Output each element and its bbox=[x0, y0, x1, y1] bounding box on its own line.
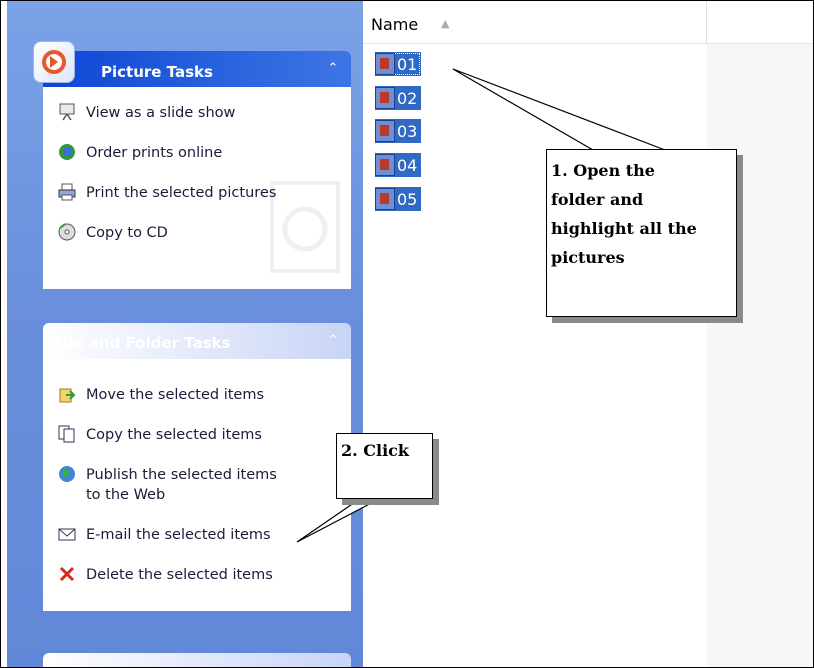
collapse-icon[interactable]: ⌃ bbox=[323, 59, 343, 79]
collapse-icon[interactable]: ⌃ bbox=[323, 331, 343, 351]
file-folder-tasks-body: Move the selected items Copy the selecte… bbox=[43, 359, 351, 611]
file-item[interactable]: 05 bbox=[375, 187, 422, 211]
task-copy-to-cd[interactable]: Copy to CD bbox=[58, 223, 168, 243]
file-folder-tasks-panel: File and Folder Tasks ⌃ Move the selecte… bbox=[43, 323, 351, 611]
file-item[interactable]: 03 bbox=[375, 119, 422, 143]
task-print-pictures[interactable]: Print the selected pictures bbox=[58, 183, 276, 203]
file-name: 03 bbox=[397, 121, 418, 141]
task-label: Copy to CD bbox=[86, 225, 168, 241]
printer-icon bbox=[58, 183, 76, 201]
file-list-view: Name ▲ 01 02 03 04 05 bbox=[363, 1, 813, 667]
file-name: 01 bbox=[397, 54, 418, 74]
picture-tasks-logo-icon bbox=[33, 41, 75, 83]
task-move-items[interactable]: Move the selected items bbox=[58, 385, 264, 405]
file-item[interactable]: 01 bbox=[375, 52, 422, 76]
callout-step-1-line: highlight all the bbox=[551, 219, 697, 238]
task-publish-items[interactable]: Publish the selected items to the Web bbox=[58, 465, 277, 505]
task-email-items[interactable]: E-mail the selected items bbox=[58, 525, 271, 545]
other-places-header[interactable] bbox=[43, 653, 351, 667]
task-delete-items[interactable]: Delete the selected items bbox=[58, 565, 273, 585]
copy-icon bbox=[58, 425, 75, 443]
delete-icon bbox=[59, 566, 75, 582]
file-name: 05 bbox=[397, 189, 418, 209]
file-name: 02 bbox=[397, 88, 418, 108]
callout-step-1: 1. Open the folder and highlight all the… bbox=[546, 149, 737, 317]
image-file-icon bbox=[375, 188, 395, 210]
image-file-icon bbox=[375, 87, 395, 109]
column-header-name[interactable]: Name bbox=[371, 15, 418, 34]
cd-icon bbox=[58, 223, 76, 241]
image-file-icon bbox=[375, 53, 395, 75]
column-header-row: Name ▲ bbox=[363, 1, 813, 44]
task-label: Move the selected items bbox=[86, 387, 265, 403]
picture-tasks-title: Picture Tasks bbox=[101, 63, 213, 81]
callout-step-2-text: 2. Click bbox=[341, 441, 409, 460]
watermark-picture-icon bbox=[270, 181, 340, 273]
task-label: Print the selected pictures bbox=[86, 185, 277, 201]
task-label-line1: Publish the selected items bbox=[86, 467, 277, 483]
task-label: Delete the selected items bbox=[86, 567, 273, 583]
image-file-icon bbox=[375, 154, 395, 176]
move-icon bbox=[59, 388, 76, 403]
task-label: Publish the selected items to the Web bbox=[86, 465, 277, 505]
task-label: Order prints online bbox=[86, 145, 223, 161]
file-folder-tasks-header[interactable]: File and Folder Tasks ⌃ bbox=[43, 323, 351, 359]
explorer-window: Picture Tasks ⌃ View as a slide show Ord… bbox=[0, 0, 814, 668]
sort-ascending-icon: ▲ bbox=[441, 17, 450, 30]
task-view-slideshow[interactable]: View as a slide show bbox=[58, 103, 235, 123]
image-file-icon bbox=[375, 120, 395, 142]
column-separator[interactable] bbox=[706, 1, 707, 43]
slideshow-icon bbox=[59, 103, 75, 121]
task-label: Copy the selected items bbox=[86, 427, 262, 443]
task-label: E-mail the selected items bbox=[86, 527, 271, 543]
picture-tasks-panel: Picture Tasks ⌃ View as a slide show Ord… bbox=[33, 41, 351, 289]
order-prints-icon bbox=[59, 144, 75, 160]
picture-tasks-header[interactable]: Picture Tasks ⌃ bbox=[33, 41, 351, 87]
file-item[interactable]: 04 bbox=[375, 153, 422, 177]
callout-step-1-line: pictures bbox=[551, 248, 625, 267]
other-places-panel bbox=[43, 653, 351, 667]
task-label: View as a slide show bbox=[86, 105, 236, 121]
task-pane: Picture Tasks ⌃ View as a slide show Ord… bbox=[1, 1, 363, 667]
globe-icon bbox=[59, 466, 75, 482]
task-copy-items[interactable]: Copy the selected items bbox=[58, 425, 262, 445]
file-folder-tasks-title: File and Folder Tasks bbox=[53, 334, 231, 352]
picture-tasks-body: View as a slide show Order prints online… bbox=[43, 87, 351, 289]
file-name: 04 bbox=[397, 155, 418, 175]
task-label-line2: to the Web bbox=[86, 487, 166, 503]
callout-step-1-line: 1. Open the bbox=[551, 161, 655, 180]
task-order-prints[interactable]: Order prints online bbox=[58, 143, 222, 163]
file-item[interactable]: 02 bbox=[375, 86, 422, 110]
callout-step-1-line: folder and bbox=[551, 190, 644, 209]
email-icon bbox=[58, 528, 76, 541]
callout-step-2: 2. Click bbox=[336, 433, 433, 499]
